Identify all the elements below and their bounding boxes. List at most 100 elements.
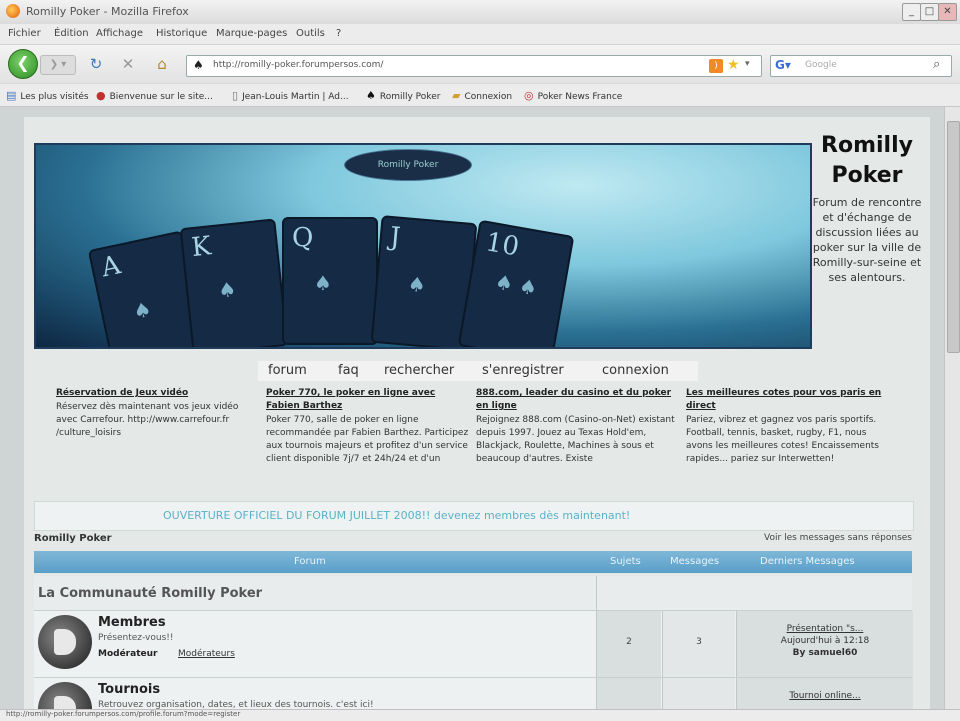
forum-description: Retrouvez organisation, dates, et lieux … [98, 700, 374, 709]
announcement-text[interactable]: OUVERTURE OFFICIEL DU FORUM JUILLET 2008… [163, 509, 630, 522]
search-icon[interactable]: ⌕ [933, 57, 940, 72]
nav-rechercher[interactable]: rechercher [384, 363, 454, 378]
posts-count: 3 [696, 637, 702, 647]
spade-icon: ♠ [314, 271, 332, 295]
back-button[interactable]: ❮ [8, 49, 38, 79]
scrollbar-thumb[interactable] [947, 121, 960, 353]
last-post-cell: Présentation "s... Aujourd'hui à 12:18 B… [736, 611, 913, 677]
column-topics: Sujets [610, 556, 641, 567]
minimize-icon[interactable]: _ [902, 3, 921, 21]
nav-connexion[interactable]: connexion [602, 363, 669, 378]
banner-logo: Romilly Poker [344, 149, 472, 181]
last-post-link[interactable]: Présentation "s... [737, 623, 913, 635]
forum-description: Présentez-vous!! [98, 633, 174, 643]
bookmark-romilly-poker[interactable]: ♠ Romilly Poker [366, 89, 440, 102]
forum-row: Tournois Retrouvez organisation, dates, … [34, 678, 913, 709]
menu-item-marque-pages[interactable]: Marque-pages [216, 28, 287, 39]
status-bar: http://romilly-poker.forumpersos.com/pro… [0, 709, 960, 721]
unanswered-posts-link[interactable]: Voir les messages sans réponses [764, 533, 912, 543]
category-row: La Communauté Romilly Poker [34, 576, 912, 611]
forum-table-header: Forum Sujets Messages Derniers Messages [34, 551, 912, 573]
nav-faq[interactable]: faq [338, 363, 359, 378]
forum-nav: forum faq rechercher s'enregistrer conne… [258, 361, 698, 381]
ad-block[interactable]: 888.com, leader du casino et du poker en… [476, 387, 682, 466]
breadcrumb: Romilly Poker Voir les messages sans rép… [34, 531, 912, 547]
spade-icon: ♠ [217, 276, 238, 303]
forum-name[interactable]: Membres [98, 615, 166, 630]
ad-block[interactable]: Les meilleures cotes pour vos paris en d… [686, 387, 892, 466]
ad-title[interactable]: Poker 770, le poker en ligne avec Fabien… [266, 387, 472, 413]
google-icon[interactable]: G▾ [775, 58, 791, 72]
moderator-label: Modérateur [98, 649, 158, 659]
news-icon: ◎ [524, 89, 534, 102]
site-branding: Romilly Poker Forum de rencontre et d'éc… [808, 131, 926, 351]
menu-item-outils[interactable]: Outils [296, 28, 325, 39]
menu-item-edition[interactable]: Édition [54, 28, 89, 39]
url-text[interactable]: http://romilly-poker.forumpersos.com/ [213, 60, 383, 70]
topics-count: 2 [626, 637, 632, 647]
nav-register[interactable]: s'enregistrer [482, 363, 564, 378]
rss-icon[interactable]: ) [709, 59, 723, 73]
search-bar[interactable]: G▾ Google ⌕ [770, 55, 952, 77]
forum-name[interactable]: Tournois [98, 682, 160, 697]
breadcrumb-home[interactable]: Romilly Poker [34, 533, 112, 544]
last-post-author[interactable]: By samuel60 [793, 648, 858, 658]
vertical-scrollbar[interactable] [944, 107, 960, 709]
ad-title[interactable]: 888.com, leader du casino et du poker en… [476, 387, 682, 413]
bookmarks-toolbar: ▤ Les plus visités ● Bienvenue sur le site… [0, 84, 960, 107]
ad-body: Poker 770, salle de poker en ligne recom… [266, 415, 469, 464]
column-forum: Forum [294, 556, 326, 567]
spade-icon: ♠ [406, 271, 427, 298]
firefox-icon [6, 4, 20, 18]
close-icon[interactable]: ✕ [938, 3, 957, 21]
site-title-line1: Romilly [821, 133, 913, 158]
home-icon[interactable]: ⌂ [152, 55, 172, 73]
ad-block[interactable]: Poker 770, le poker en ligne avec Fabien… [266, 387, 472, 466]
bookmark-jean-louis[interactable]: ▯ Jean-Louis Martin | Ad... [232, 89, 349, 102]
bookmark-most-visited[interactable]: ▤ Les plus visités [6, 89, 89, 102]
ad-body: Réservez dès maintenant vos jeux vidéo a… [56, 402, 239, 438]
bookmark-connexion[interactable]: ▰ Connexion [452, 89, 512, 102]
stop-icon[interactable]: ✕ [118, 55, 138, 73]
menu-bar: Fichier Édition Affichage Historique Mar… [0, 24, 960, 45]
nav-forum[interactable]: forum [268, 363, 307, 378]
site-description: Forum de rencontre et d'échange de discu… [812, 196, 922, 284]
menu-item-affichage[interactable]: Affichage [96, 28, 143, 39]
menu-item-help[interactable]: ? [336, 28, 341, 39]
forum-row: Membres Présentez-vous!! Modérateur Modé… [34, 611, 913, 678]
spade-icon: ♠ ♠ [493, 269, 540, 301]
menu-item-historique[interactable]: Historique [156, 28, 207, 39]
search-input[interactable]: Google [805, 60, 837, 70]
url-dropdown-icon[interactable]: ▾ [745, 59, 750, 69]
bookmark-folder-icon: ▤ [6, 89, 17, 102]
ad-title[interactable]: Réservation de Jeux vidéo [56, 387, 262, 400]
reload-icon[interactable]: ↻ [86, 55, 106, 73]
posts-cell: 3 [662, 611, 735, 677]
category-title[interactable]: La Communauté Romilly Poker [38, 586, 262, 601]
last-post-link[interactable]: Tournoi online... [737, 690, 913, 702]
last-post-info: Présentation "s... Aujourd'hui à 12:18 B… [737, 623, 913, 659]
address-bar[interactable]: ♠ http://romilly-poker.forumpersos.com/ … [186, 55, 762, 77]
site-favicon-icon: ♠ [193, 58, 204, 72]
ad-title[interactable]: Les meilleures cotes pour vos paris en d… [686, 387, 892, 413]
bookmark-page-icon: ● [96, 89, 106, 102]
forum-status-icon [38, 615, 92, 669]
last-post-info: Tournoi online... [737, 690, 913, 702]
forum-status-icon [38, 682, 92, 709]
spade-icon: ♠ [366, 89, 376, 102]
navigation-toolbar: ❮ ❯ ▾ ↻ ✕ ⌂ ♠ http://romilly-poker.forum… [0, 45, 960, 83]
ad-block[interactable]: Réservation de Jeux vidéo Réservez dès m… [56, 387, 262, 440]
page-icon: ▯ [232, 89, 239, 102]
moderator-link[interactable]: Modérateurs [178, 649, 235, 659]
menu-item-fichier[interactable]: Fichier [8, 28, 41, 39]
bookmark-star-icon[interactable]: ★ [727, 57, 740, 73]
forward-button[interactable]: ❯ ▾ [40, 55, 76, 75]
bookmark-bienvenue[interactable]: ● Bienvenue sur le site... [96, 89, 213, 102]
column-posts: Messages [670, 556, 720, 567]
folder-icon: ▰ [452, 89, 461, 102]
maximize-icon[interactable]: □ [920, 3, 939, 21]
topics-cell [596, 678, 661, 709]
bookmark-poker-news[interactable]: ◎ Poker News France [524, 89, 622, 102]
column-divider [596, 576, 597, 610]
ad-body: Pariez, vibrez et gagnez vos paris sport… [686, 415, 879, 464]
